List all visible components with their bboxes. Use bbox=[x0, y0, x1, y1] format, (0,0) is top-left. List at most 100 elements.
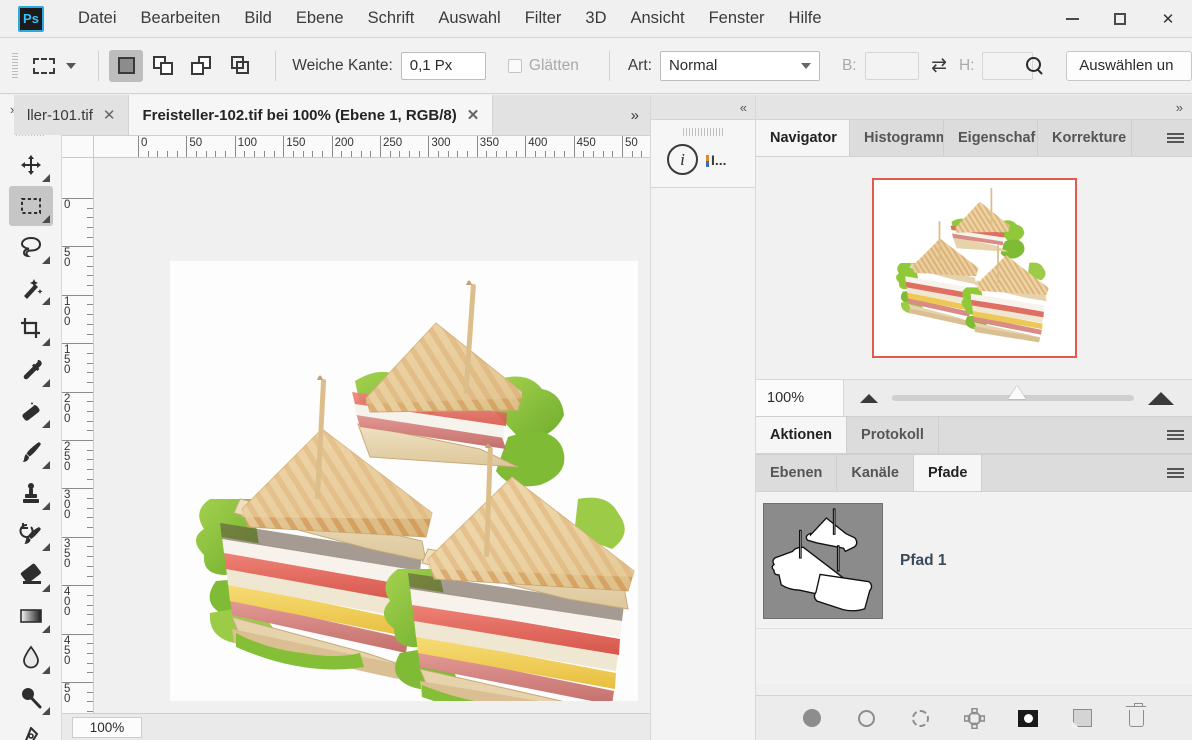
panel-menu-icon[interactable] bbox=[1158, 417, 1192, 453]
ruler-label: 250 bbox=[64, 442, 73, 472]
lasso-tool[interactable] bbox=[9, 227, 53, 267]
dodge-tool[interactable] bbox=[9, 678, 53, 718]
history-brush-tool[interactable] bbox=[9, 514, 53, 554]
navigator-zoom-field[interactable]: 100% bbox=[756, 380, 844, 416]
menu-item-schrift[interactable]: Schrift bbox=[356, 5, 427, 32]
panel-menu-icon[interactable] bbox=[1158, 120, 1192, 156]
dock-expand-button[interactable]: » bbox=[756, 95, 1192, 120]
vertical-ruler[interactable]: 05010015020025030035040045050 bbox=[62, 158, 94, 718]
navigator-preview-area[interactable] bbox=[756, 157, 1192, 379]
style-label: Art: bbox=[628, 57, 652, 75]
move-tool[interactable] bbox=[9, 145, 53, 185]
maximize-button[interactable] bbox=[1096, 0, 1144, 38]
path-list-item[interactable]: Pfad 1 bbox=[756, 503, 1192, 629]
menu-item-ebene[interactable]: Ebene bbox=[284, 5, 356, 32]
close-button[interactable]: ✕ bbox=[1144, 0, 1192, 38]
small-mountain-icon[interactable] bbox=[860, 394, 878, 403]
close-icon[interactable]: ✕ bbox=[467, 106, 480, 124]
menu-item-3d[interactable]: 3D bbox=[573, 5, 618, 32]
gradient-tool[interactable] bbox=[9, 596, 53, 636]
ruler-minor-tick bbox=[87, 653, 93, 654]
tab-protokoll[interactable]: Protokoll bbox=[847, 417, 939, 453]
make-work-path-button[interactable] bbox=[961, 705, 987, 731]
eraser-tool[interactable] bbox=[9, 555, 53, 595]
minipanel-collapse-button[interactable]: « bbox=[651, 95, 755, 120]
fill-path-button[interactable] bbox=[799, 705, 825, 731]
tab-navigator[interactable]: Navigator bbox=[756, 120, 850, 156]
antialias-checkbox[interactable] bbox=[508, 59, 522, 73]
menu-item-filter[interactable]: Filter bbox=[513, 5, 574, 32]
vertical-scrollbar[interactable] bbox=[638, 158, 650, 718]
panel-menu-icon[interactable] bbox=[1158, 455, 1192, 491]
document-tab-1[interactable]: ller-101.tif ✕ bbox=[14, 95, 129, 135]
menu-item-hilfe[interactable]: Hilfe bbox=[777, 5, 834, 32]
tab-aktionen[interactable]: Aktionen bbox=[756, 417, 847, 453]
ruler-minor-tick bbox=[554, 151, 555, 157]
navigator-tabrow: Navigator Histogramm Eigenschaf Korrektu… bbox=[756, 120, 1192, 157]
tab-kanaele[interactable]: Kanäle bbox=[837, 455, 914, 491]
pen-tool[interactable] bbox=[9, 719, 53, 740]
dodge-icon bbox=[19, 686, 43, 710]
zoom-level-field[interactable]: 100% bbox=[72, 717, 142, 738]
tool-more-triangle-icon bbox=[42, 625, 50, 633]
create-new-path-button[interactable] bbox=[1069, 705, 1095, 731]
ruler-minor-tick bbox=[87, 401, 93, 402]
minimize-button[interactable] bbox=[1048, 0, 1096, 38]
eyedropper-tool[interactable] bbox=[9, 350, 53, 390]
navigator-zoom-knob[interactable] bbox=[1008, 386, 1026, 399]
style-select[interactable]: Normal bbox=[660, 51, 820, 81]
ruler-minor-tick bbox=[87, 450, 93, 451]
tab-pfade[interactable]: Pfade bbox=[914, 455, 983, 491]
stroke-path-button[interactable] bbox=[853, 705, 879, 731]
load-path-as-selection-button[interactable] bbox=[907, 705, 933, 731]
new-selection-button[interactable] bbox=[109, 50, 143, 82]
crop-icon bbox=[19, 317, 43, 341]
minipanel-grip[interactable] bbox=[683, 128, 723, 136]
tab-eigenschaften[interactable]: Eigenschaf bbox=[944, 120, 1038, 156]
magic-wand-tool[interactable] bbox=[9, 268, 53, 308]
document-tab-2[interactable]: Freisteller-102.tif bei 100% (Ebene 1, R… bbox=[129, 95, 493, 135]
antialias-checkbox-group[interactable]: Glätten bbox=[508, 57, 587, 75]
options-bar-grip[interactable] bbox=[12, 53, 18, 79]
subtract-from-selection-button[interactable] bbox=[185, 50, 219, 82]
active-tool-preview[interactable] bbox=[28, 51, 61, 81]
intersect-with-selection-button[interactable] bbox=[223, 50, 257, 82]
image-canvas[interactable] bbox=[170, 261, 650, 718]
crop-tool[interactable] bbox=[9, 309, 53, 349]
clone-stamp-tool[interactable] bbox=[9, 473, 53, 513]
large-mountain-icon[interactable] bbox=[1148, 392, 1174, 405]
add-mask-button[interactable] bbox=[1015, 705, 1041, 731]
close-icon[interactable]: ✕ bbox=[103, 106, 116, 124]
swap-arrows-icon[interactable]: ⇄ bbox=[931, 54, 947, 77]
chevron-down-icon[interactable] bbox=[66, 63, 76, 69]
navigator-thumbnail[interactable] bbox=[872, 178, 1077, 358]
ruler-minor-tick bbox=[486, 151, 487, 157]
magnifier-icon[interactable] bbox=[1025, 56, 1044, 76]
ruler-label: 400 bbox=[64, 587, 73, 617]
add-to-selection-button[interactable] bbox=[147, 50, 181, 82]
ruler-minor-tick bbox=[583, 151, 584, 157]
horizontal-scrollbar[interactable] bbox=[94, 701, 650, 713]
brush-tool[interactable] bbox=[9, 432, 53, 472]
info-panel-button[interactable]: i I... bbox=[651, 144, 755, 175]
delete-path-button[interactable] bbox=[1123, 705, 1149, 731]
tab-histogramm[interactable]: Histogramm bbox=[850, 120, 944, 156]
menu-item-bild[interactable]: Bild bbox=[232, 5, 284, 32]
select-and-mask-button[interactable]: Auswählen un bbox=[1066, 51, 1192, 81]
menu-item-bearbeiten[interactable]: Bearbeiten bbox=[129, 5, 233, 32]
feather-input[interactable]: 0,1 Px bbox=[401, 52, 486, 80]
menu-item-ansicht[interactable]: Ansicht bbox=[618, 5, 696, 32]
tabstrip-overflow-button[interactable]: » bbox=[619, 95, 650, 135]
menu-item-datei[interactable]: Datei bbox=[66, 5, 129, 32]
blur-tool[interactable] bbox=[9, 637, 53, 677]
ruler-tick bbox=[622, 136, 623, 157]
tab-ebenen[interactable]: Ebenen bbox=[756, 455, 837, 491]
menu-item-auswahl[interactable]: Auswahl bbox=[426, 5, 512, 32]
menu-item-fenster[interactable]: Fenster bbox=[697, 5, 777, 32]
horizontal-ruler[interactable]: 05010015020025030035040045050 bbox=[94, 136, 650, 158]
tab-korrekturen[interactable]: Korrekture bbox=[1038, 120, 1132, 156]
navigator-zoom-slider[interactable] bbox=[892, 395, 1134, 401]
width-input[interactable] bbox=[865, 52, 919, 80]
rectangular-marquee-tool[interactable] bbox=[9, 186, 53, 226]
spot-healing-tool[interactable] bbox=[9, 391, 53, 431]
